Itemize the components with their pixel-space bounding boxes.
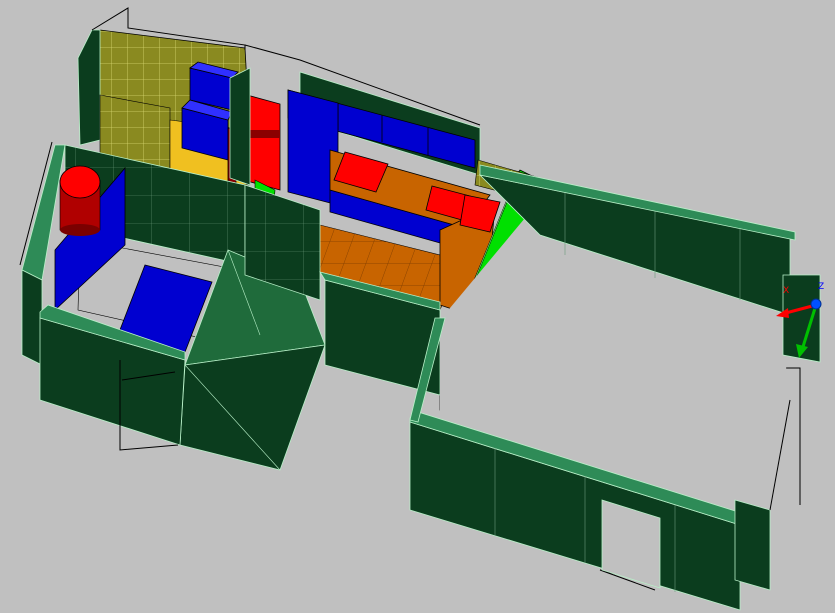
green-partition-wall [229, 67, 251, 186]
peninsula-red [459, 194, 501, 233]
bath-left-wall-face [21, 269, 43, 366]
cad-3d-viewport[interactable]: X Z [0, 0, 835, 613]
utility-left-wall [77, 29, 101, 146]
ucs-z-axis [810, 298, 822, 310]
ramp-side [179, 344, 326, 471]
ucs-z-label: Z [818, 282, 824, 292]
ucs-x-label: X [783, 286, 789, 296]
room-right-wall [734, 499, 771, 591]
floorplan-3d-model: X Z [19, 7, 824, 611]
water-heater [59, 165, 101, 236]
